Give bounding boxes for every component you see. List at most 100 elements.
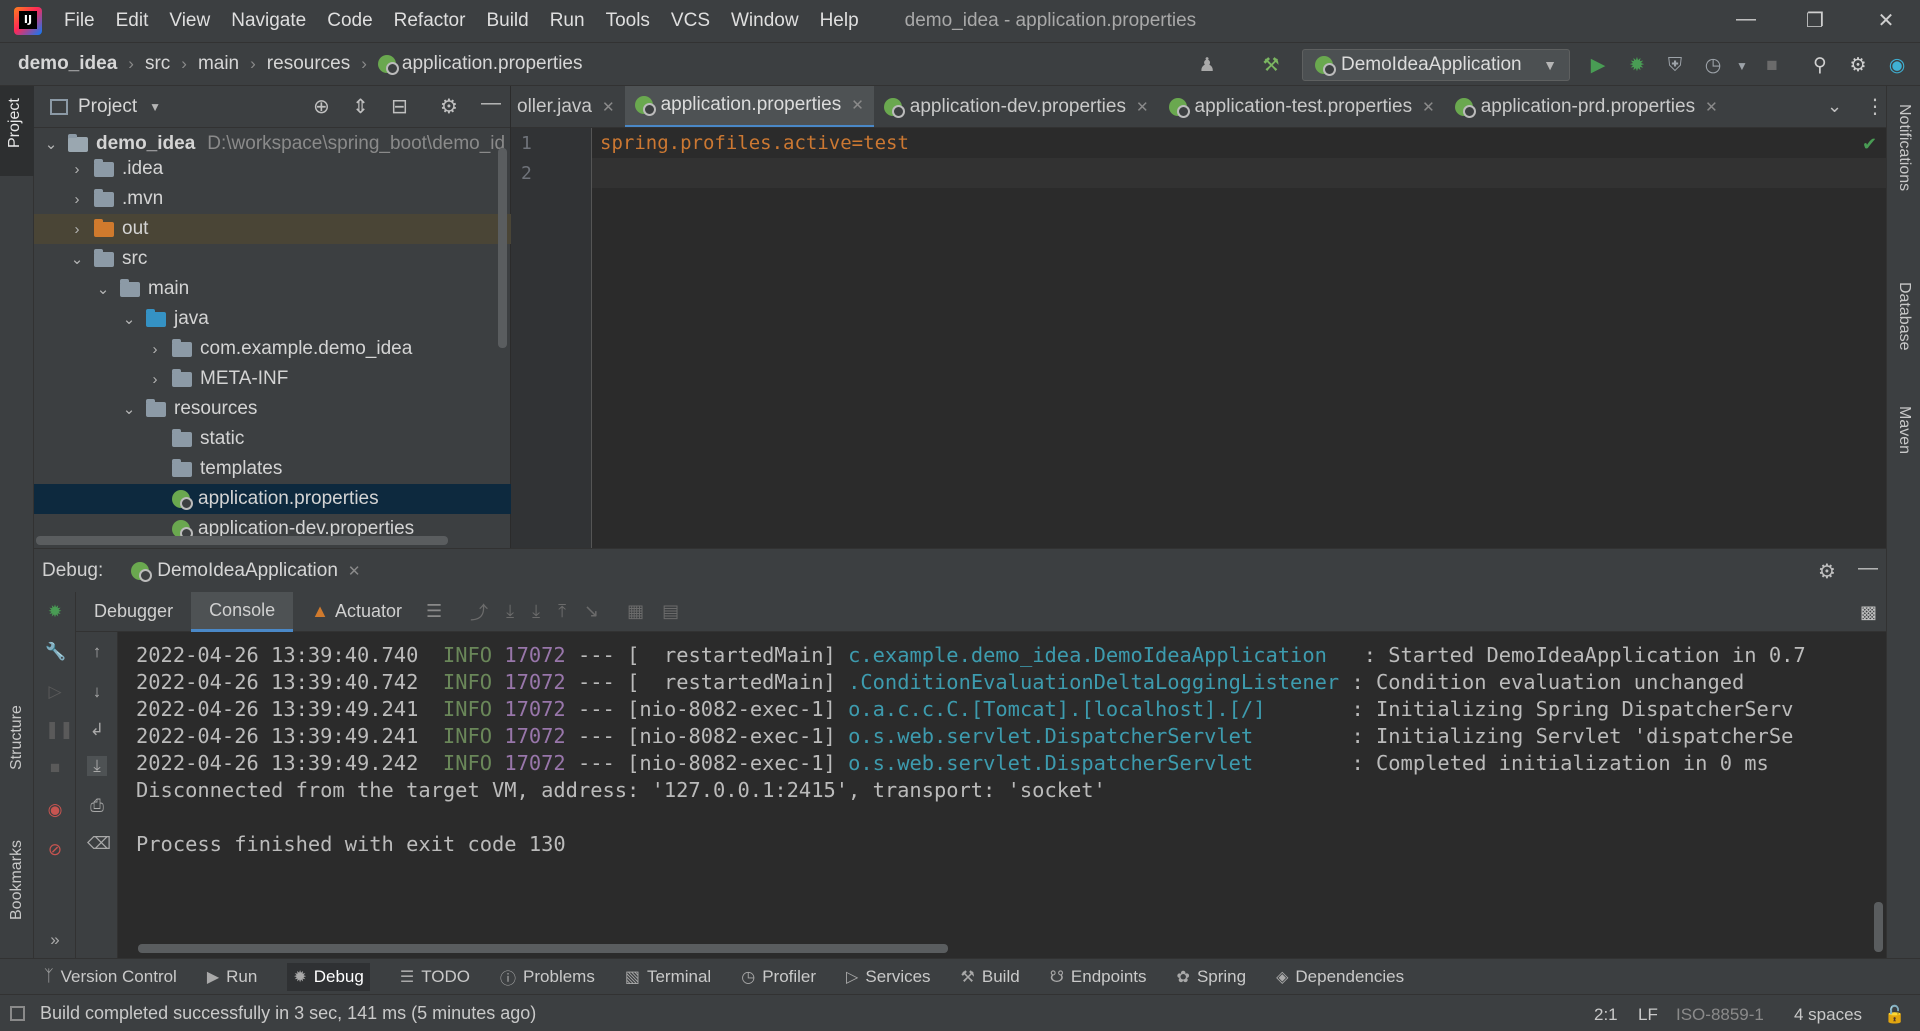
step-over-icon[interactable]: ⤴ bbox=[470, 599, 488, 625]
rerun-debug-icon[interactable]: ✹ bbox=[45, 602, 65, 622]
tree-item-application-properties[interactable]: application.properties bbox=[34, 484, 511, 514]
tree-item-main[interactable]: ⌄ main bbox=[34, 274, 511, 304]
settings-gear-icon[interactable]: ⚙ bbox=[1818, 559, 1836, 584]
more-actions-icon[interactable]: » bbox=[45, 930, 65, 950]
tool-services[interactable]: ▷ Services bbox=[846, 967, 931, 987]
tab-controller-java[interactable]: oller.java ✕ bbox=[511, 86, 625, 127]
tool-dependencies[interactable]: ◈ Dependencies bbox=[1276, 967, 1404, 987]
chevron-right-icon[interactable]: › bbox=[146, 371, 164, 388]
debug-bug-icon[interactable]: ✹ bbox=[1626, 55, 1648, 77]
project-view-title[interactable]: Project bbox=[78, 96, 137, 118]
locate-target-icon[interactable]: ⊕ bbox=[313, 94, 330, 119]
resume-icon[interactable]: ▷ bbox=[45, 682, 65, 702]
evaluate-expression-icon[interactable]: ▦ bbox=[627, 601, 644, 622]
clear-trash-icon[interactable]: ⌫ bbox=[87, 834, 111, 854]
user-icon[interactable]: ♟ bbox=[1196, 55, 1218, 77]
menu-vcs[interactable]: VCS bbox=[671, 10, 710, 32]
run-configuration-select[interactable]: DemoIdeaApplication ▼ bbox=[1302, 49, 1570, 81]
soft-wrap-icon[interactable]: ↲ bbox=[87, 720, 107, 740]
code-editor[interactable]: spring.profiles.active=test ✔ bbox=[592, 128, 1886, 548]
tab-list-chevron-icon[interactable]: ⌄ bbox=[1827, 96, 1842, 117]
mute-breakpoints-icon[interactable]: ⊘ bbox=[45, 840, 65, 860]
stop-icon[interactable]: ■ bbox=[45, 758, 65, 778]
chevron-right-icon[interactable]: › bbox=[68, 161, 86, 178]
expand-all-icon[interactable]: ⇕ bbox=[352, 94, 369, 119]
vertical-scrollbar[interactable] bbox=[498, 148, 507, 348]
breadcrumb-project[interactable]: demo_idea bbox=[18, 53, 117, 75]
menu-build[interactable]: Build bbox=[486, 10, 528, 32]
search-icon[interactable]: ⚲ bbox=[1809, 55, 1831, 77]
hide-panel-icon[interactable]: — bbox=[1858, 557, 1878, 580]
tree-item-package[interactable]: › com.example.demo_idea bbox=[34, 334, 511, 364]
horizontal-scrollbar[interactable] bbox=[138, 944, 948, 953]
chevron-right-icon[interactable]: › bbox=[146, 341, 164, 358]
file-encoding[interactable]: ISO-8859-1 bbox=[1676, 1005, 1764, 1025]
run-icon[interactable]: ▶ bbox=[1587, 55, 1609, 77]
coverage-icon[interactable]: ⛨ bbox=[1664, 55, 1686, 77]
tree-item-java[interactable]: ⌄ java bbox=[34, 304, 511, 334]
pause-icon[interactable]: ❚❚ bbox=[45, 720, 74, 740]
step-out-icon[interactable]: ⤒ bbox=[558, 601, 566, 622]
log-logger[interactable]: o.s.web.servlet.DispatcherServlet bbox=[848, 751, 1339, 775]
collapse-all-icon[interactable]: ⊟ bbox=[391, 94, 408, 119]
tool-build[interactable]: ⚒ Build bbox=[961, 967, 1020, 987]
menu-help[interactable]: Help bbox=[820, 10, 859, 32]
close-icon[interactable]: ✕ bbox=[1136, 98, 1149, 116]
tool-bookmarks[interactable]: Bookmarks bbox=[8, 840, 26, 920]
chevron-down-icon[interactable]: ⌄ bbox=[42, 135, 60, 153]
more-run-dropdown-icon[interactable]: ▼ bbox=[1731, 55, 1753, 77]
restore-icon[interactable]: ❐ bbox=[1802, 8, 1828, 33]
trace-stream-icon[interactable]: ▤ bbox=[662, 601, 679, 622]
tool-project[interactable]: Project bbox=[6, 98, 24, 148]
menu-view[interactable]: View bbox=[169, 10, 210, 32]
status-message[interactable]: Build completed successfully in 3 sec, 1… bbox=[40, 1003, 536, 1024]
tool-version-control[interactable]: ᛉ Version Control bbox=[44, 967, 177, 987]
breadcrumb-file[interactable]: application.properties bbox=[402, 53, 583, 75]
menu-navigate[interactable]: Navigate bbox=[231, 10, 306, 32]
plugin-logo-icon[interactable]: ◉ bbox=[1886, 55, 1908, 77]
close-icon[interactable]: ✕ bbox=[602, 98, 615, 116]
log-logger[interactable]: o.s.web.servlet.DispatcherServlet bbox=[848, 724, 1339, 748]
chevron-right-icon[interactable]: › bbox=[68, 221, 86, 238]
close-icon[interactable]: ✕ bbox=[1422, 98, 1435, 116]
tool-todo[interactable]: ☰ TODO bbox=[400, 967, 470, 987]
breadcrumb-resources[interactable]: resources bbox=[267, 53, 350, 75]
menu-code[interactable]: Code bbox=[327, 10, 372, 32]
breadcrumb-src[interactable]: src bbox=[145, 53, 170, 75]
tool-database[interactable]: Database bbox=[1895, 282, 1913, 351]
tool-problems[interactable]: ⓘ Problems bbox=[500, 965, 595, 989]
chevron-down-icon[interactable]: ⌄ bbox=[94, 280, 112, 298]
scroll-up-icon[interactable]: ↑ bbox=[87, 642, 107, 662]
more-options-icon[interactable]: ⋮ bbox=[1865, 94, 1885, 119]
menu-file[interactable]: File bbox=[64, 10, 95, 32]
tree-item-idea[interactable]: › .idea bbox=[34, 154, 511, 184]
tab-application-dev-properties[interactable]: application-dev.properties ✕ bbox=[874, 86, 1159, 127]
build-hammer-icon[interactable]: ⚒ bbox=[1260, 55, 1282, 77]
tool-structure[interactable]: Structure bbox=[8, 705, 26, 770]
tree-item-mvn[interactable]: › .mvn bbox=[34, 184, 511, 214]
scroll-to-end-icon[interactable]: ⤓ bbox=[87, 756, 107, 776]
hide-panel-icon[interactable]: — bbox=[481, 92, 501, 115]
chevron-down-icon[interactable]: ▼ bbox=[149, 100, 161, 114]
tab-debugger[interactable]: Debugger bbox=[76, 592, 191, 632]
profile-icon[interactable]: ◷ bbox=[1702, 55, 1724, 77]
console-output[interactable]: 2022-04-26 13:39:40.740 INFO 17072 --- [… bbox=[118, 632, 1886, 958]
line-separator[interactable]: LF bbox=[1638, 1005, 1658, 1025]
stop-icon[interactable]: ■ bbox=[1761, 55, 1783, 77]
menu-window[interactable]: Window bbox=[731, 10, 799, 32]
step-into-icon[interactable]: ⤓ bbox=[506, 601, 514, 622]
print-icon[interactable]: ⎙ bbox=[87, 796, 107, 816]
tab-console[interactable]: Console bbox=[191, 591, 294, 632]
tool-terminal[interactable]: ▧ Terminal bbox=[625, 967, 711, 987]
menu-refactor[interactable]: Refactor bbox=[394, 10, 466, 32]
menu-edit[interactable]: Edit bbox=[116, 10, 149, 32]
chevron-down-icon[interactable]: ⌄ bbox=[120, 400, 138, 418]
toggle-tool-windows-icon[interactable] bbox=[10, 1005, 25, 1021]
tree-item-meta-inf[interactable]: › META-INF bbox=[34, 364, 511, 394]
settings-gear-icon[interactable]: ⚙ bbox=[440, 94, 458, 119]
close-icon[interactable]: ✕ bbox=[348, 562, 361, 580]
menu-run[interactable]: Run bbox=[550, 10, 585, 32]
tree-item-out[interactable]: › out bbox=[34, 214, 511, 244]
tab-application-test-properties[interactable]: application-test.properties ✕ bbox=[1159, 86, 1445, 127]
inspection-ok-check-icon[interactable]: ✔ bbox=[1862, 134, 1877, 155]
